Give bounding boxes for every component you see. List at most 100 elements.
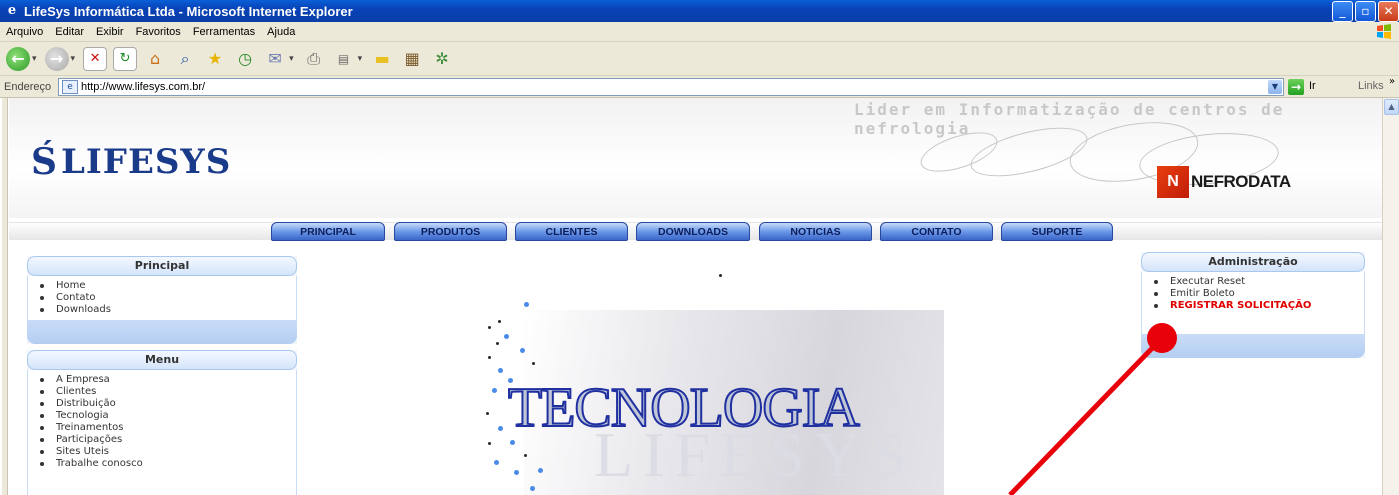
decor-dot [498, 320, 501, 323]
toolbar: ← ▾ → ▾ ✕ ↻ ⌂ ⌕ ★ ◷ ✉ ▾ ⎙ ▤ ▾ ▬ ▦ ✲ [0, 42, 1399, 76]
lifesys-logo[interactable]: Ś LIFESYS [31, 142, 231, 182]
address-label: Endereço [4, 80, 52, 93]
decor-dot [498, 368, 503, 373]
menu-link-sites-uteis[interactable]: Sites Uteis [40, 446, 296, 458]
panel-body: A Empresa Clientes Distribuição Tecnolog… [27, 370, 297, 495]
address-dropdown-icon[interactable]: ▼ [1268, 80, 1282, 94]
close-button[interactable]: ✕ [1378, 1, 1399, 22]
links-button[interactable]: Links [1358, 80, 1384, 92]
folder-icon[interactable]: ▬ [370, 47, 394, 71]
edit-icon[interactable]: ▤ [332, 47, 356, 71]
menu-editar[interactable]: Editar [55, 26, 84, 38]
decor-dot [514, 470, 519, 475]
decor-dot [719, 274, 722, 277]
nefrodata-mark-icon: N [1157, 166, 1189, 198]
decor-dot [488, 356, 491, 359]
principal-link-home[interactable]: Home [40, 280, 296, 292]
decor-dot [496, 342, 499, 345]
admin-link-registrar[interactable]: REGISTRAR SOLICITAÇÃO [1154, 300, 1364, 312]
back-icon[interactable]: ← [6, 46, 30, 71]
admin-panel: Administração Executar Reset Emitir Bole… [1141, 252, 1365, 358]
address-input[interactable]: e http://www.lifesys.com.br/ ▼ [58, 78, 1284, 96]
decor-dot [488, 442, 491, 445]
vertical-scrollbar[interactable]: ▲ [1382, 98, 1399, 495]
principal-link-contato[interactable]: Contato [40, 292, 296, 304]
windows-logo-icon [1377, 24, 1391, 39]
nav-produtos[interactable]: PRODUTOS [394, 222, 507, 241]
menu-favoritos[interactable]: Favoritos [136, 26, 181, 38]
address-bar: Endereço e http://www.lifesys.com.br/ ▼ … [0, 76, 1399, 98]
panel-footer [1141, 334, 1365, 358]
panel-body: Home Contato Downloads [27, 276, 297, 320]
edit-dropdown-icon[interactable]: ▾ [358, 54, 363, 64]
go-button[interactable]: Ir [1309, 80, 1316, 92]
maximize-button[interactable]: ▫ [1355, 1, 1376, 22]
page-content: Ś LIFESYS Lider em Informatização de cen… [0, 98, 1382, 495]
decor-dot [530, 486, 535, 491]
menu-link-participacoes[interactable]: Participações [40, 434, 296, 446]
principal-link-downloads[interactable]: Downloads [40, 304, 296, 316]
nav-suporte[interactable]: SUPORTE [1001, 222, 1113, 241]
forward-icon[interactable]: → [44, 46, 69, 71]
ie-icon: e [7, 3, 17, 18]
decor-dot [492, 388, 497, 393]
principal-panel: Principal Home Contato Downloads [27, 256, 297, 344]
decor-dot [504, 334, 509, 339]
decor-dot [486, 412, 489, 415]
nav-noticias[interactable]: NOTICIAS [759, 222, 872, 241]
menu-arquivo[interactable]: Arquivo [6, 26, 43, 38]
back-dropdown-icon[interactable]: ▾ [32, 54, 37, 64]
nav-contato[interactable]: CONTATO [880, 222, 993, 241]
panel-title: Administração [1141, 252, 1365, 272]
admin-link-reset[interactable]: Executar Reset [1154, 276, 1364, 288]
mail-dropdown-icon[interactable]: ▾ [289, 54, 294, 64]
menu-link-trabalhe-conosco[interactable]: Trabalhe conosco [40, 458, 296, 470]
nav-downloads[interactable]: DOWNLOADS [636, 222, 750, 241]
menu-link-clientes[interactable]: Clientes [40, 386, 296, 398]
search-icon[interactable]: ⌕ [173, 47, 197, 71]
window-titlebar[interactable]: e LifeSys Informática Ltda - Microsoft I… [0, 0, 1399, 22]
menu-link-tecnologia[interactable]: Tecnologia [40, 410, 296, 422]
go-arrow-icon[interactable]: → [1288, 79, 1304, 95]
decor-dot [494, 460, 499, 465]
nav-principal[interactable]: PRINCIPAL [271, 222, 385, 241]
panel-title: Menu [27, 350, 297, 370]
nefrodata-logo[interactable]: N NEFRODATA [1157, 166, 1291, 198]
menu-link-empresa[interactable]: A Empresa [40, 374, 296, 386]
decor-dot [510, 440, 515, 445]
menu-link-distribuicao[interactable]: Distribuição [40, 398, 296, 410]
decor-dot [532, 362, 535, 365]
decor-dot [520, 348, 525, 353]
minimize-button[interactable]: _ [1332, 1, 1353, 22]
history-icon[interactable]: ◷ [233, 47, 257, 71]
stop-icon[interactable]: ✕ [83, 46, 108, 71]
menu-exibir[interactable]: Exibir [96, 26, 124, 38]
decor-dot [508, 378, 513, 383]
refresh-icon[interactable]: ↻ [113, 46, 138, 71]
favorites-star-icon[interactable]: ★ [203, 47, 227, 71]
menu-link-treinamentos[interactable]: Treinamentos [40, 422, 296, 434]
logo-text: LIFESYS [61, 142, 232, 182]
links-chevron-icon[interactable]: » [1389, 76, 1395, 87]
messenger-icon[interactable]: ✲ [430, 47, 454, 71]
address-url[interactable]: http://www.lifesys.com.br/ [81, 81, 205, 93]
forward-dropdown-icon[interactable]: ▾ [71, 54, 76, 64]
print-icon[interactable]: ⎙ [302, 47, 326, 71]
menu-ajuda[interactable]: Ajuda [267, 26, 295, 38]
menu-ferramentas[interactable]: Ferramentas [193, 26, 255, 38]
nav-clientes[interactable]: CLIENTES [515, 222, 628, 241]
window-title: LifeSys Informática Ltda - Microsoft Int… [24, 3, 353, 19]
admin-link-boleto[interactable]: Emitir Boleto [1154, 288, 1364, 300]
scroll-up-icon[interactable]: ▲ [1384, 99, 1399, 115]
research-icon[interactable]: ▦ [400, 47, 424, 71]
page-icon: e [62, 80, 78, 94]
nefrodata-text: NEFRODATA [1191, 172, 1291, 191]
lifesys-logo-mark-icon: Ś [31, 141, 57, 183]
mail-icon[interactable]: ✉ [263, 47, 287, 71]
decor-dot [524, 454, 527, 457]
site-header: Ś LIFESYS Lider em Informatização de cen… [9, 98, 1382, 218]
home-icon[interactable]: ⌂ [143, 47, 167, 71]
decor-dot [524, 302, 529, 307]
panel-title: Principal [27, 256, 297, 276]
menu-bar: Arquivo Editar Exibir Favoritos Ferramen… [0, 22, 1399, 42]
